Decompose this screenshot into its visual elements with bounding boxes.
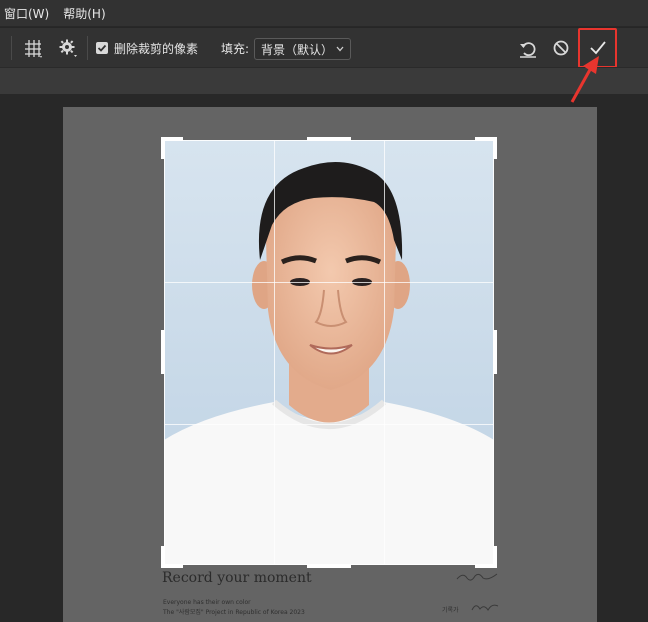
- crop-grid-line: [274, 141, 275, 564]
- gear-icon[interactable]: [58, 38, 78, 58]
- document-caption-line-1: Everyone has their own color: [163, 599, 251, 606]
- signature-mark: [456, 573, 498, 581]
- grid-icon[interactable]: [22, 37, 44, 59]
- crop-box[interactable]: [164, 140, 494, 565]
- crop-handle-bottom-left[interactable]: [161, 546, 165, 568]
- crop-handle-top-left[interactable]: [161, 137, 165, 159]
- document-credit: 기록가: [442, 607, 459, 614]
- crop-grid-line: [165, 282, 493, 283]
- crop-handle-right[interactable]: [493, 330, 497, 374]
- fill-label: 填充:: [221, 42, 250, 56]
- crop-handle-bottom[interactable]: [307, 564, 351, 568]
- signature-mark: [471, 604, 499, 611]
- crop-options-bar: 删除裁剪的像素 填充: 背景（默认）: [0, 27, 648, 68]
- menu-window[interactable]: 窗口(W): [4, 5, 49, 22]
- crop-handle-top[interactable]: [307, 137, 351, 141]
- reset-icon[interactable]: [517, 38, 539, 60]
- menu-help[interactable]: 帮助(H): [63, 5, 105, 22]
- document-tab-bar: [0, 67, 648, 94]
- document-caption-line-2: The "사람모집" Project in Republic of Korea …: [163, 609, 305, 616]
- crop-grid-line: [384, 141, 385, 564]
- fill-dropdown-value: 背景（默认）: [261, 42, 334, 57]
- crop-handle-top-right[interactable]: [493, 137, 497, 159]
- crop-grid-line: [165, 424, 493, 425]
- annotation-arrow-icon: [570, 56, 599, 103]
- checkmark-icon: [97, 44, 107, 52]
- fill-dropdown[interactable]: 背景（默认）: [254, 38, 351, 60]
- separator: [87, 36, 88, 60]
- delete-cropped-label: 删除裁剪的像素: [114, 42, 199, 56]
- photoshop-window: 窗口(W) 帮助(H) 删除裁剪的像素 填充: 背景（默认） Record yo…: [0, 0, 648, 622]
- crop-handle-left[interactable]: [161, 330, 165, 374]
- crop-handle-bottom-right[interactable]: [493, 546, 497, 568]
- delete-cropped-checkbox[interactable]: [96, 42, 108, 54]
- menu-bar: 窗口(W) 帮助(H): [0, 0, 648, 26]
- chevron-down-icon: [336, 46, 344, 52]
- separator: [11, 36, 12, 60]
- document-headline: Record your moment: [162, 570, 312, 586]
